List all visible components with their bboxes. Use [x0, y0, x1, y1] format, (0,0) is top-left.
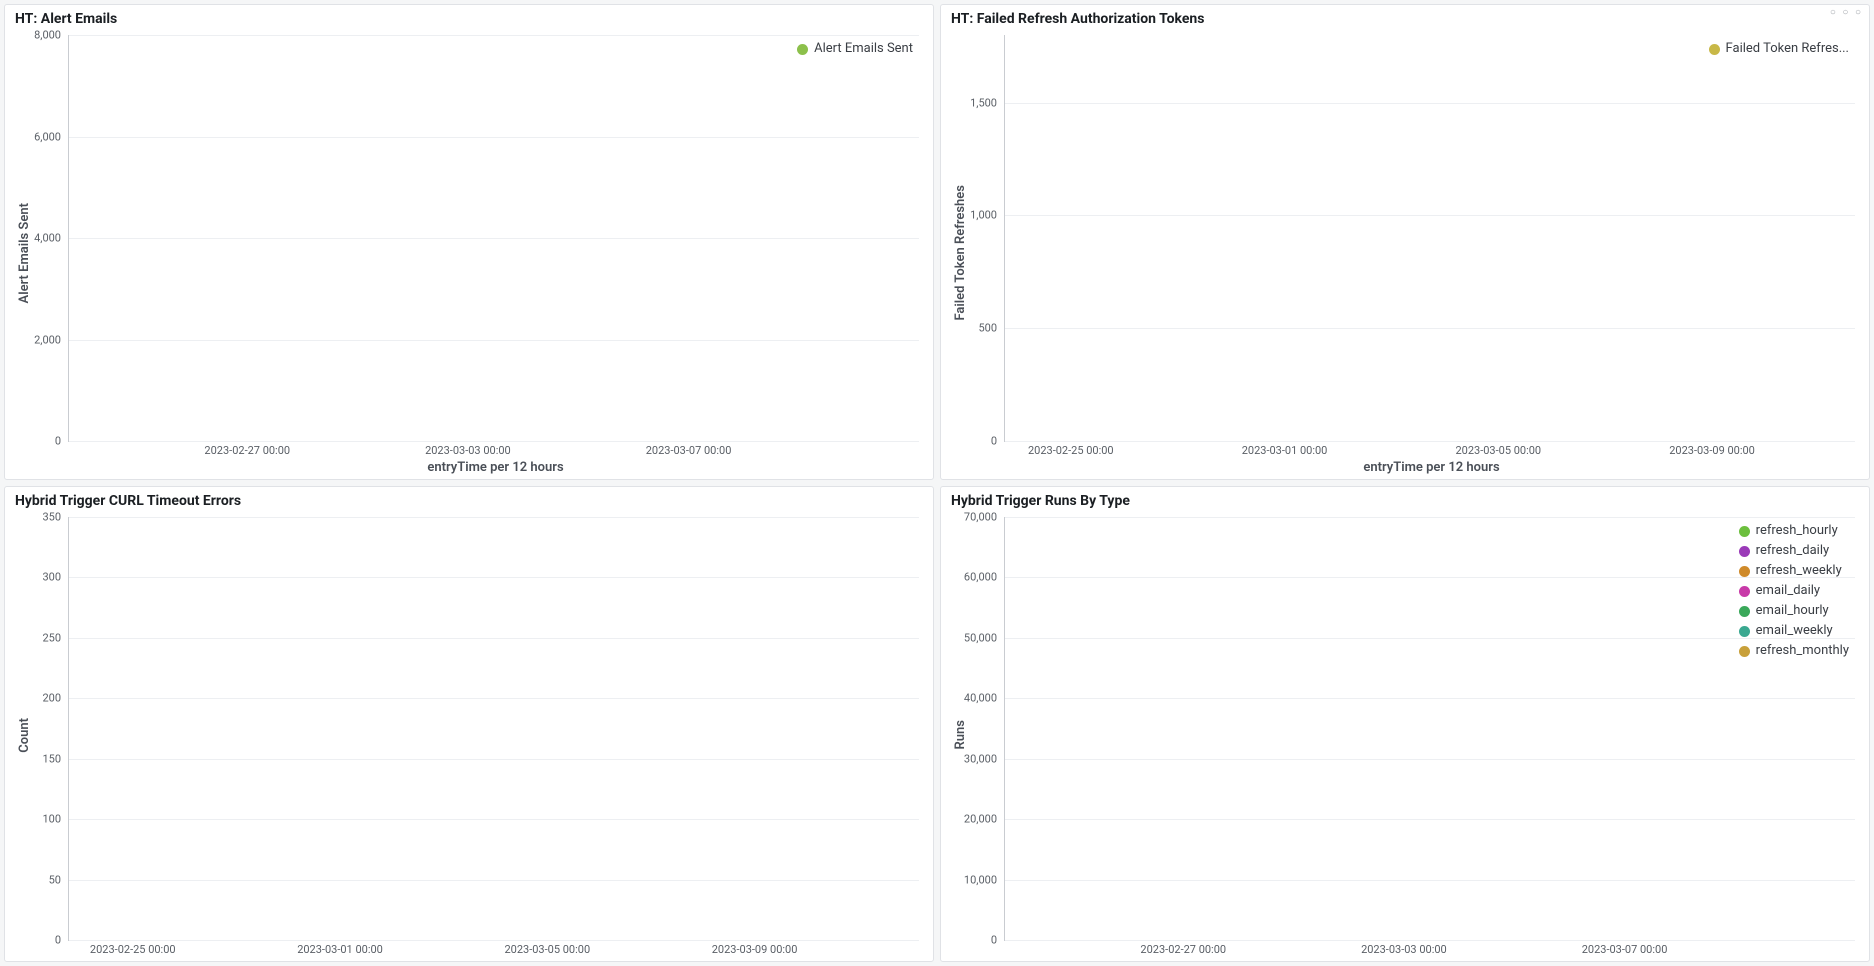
- chart-area: Runs refresh_hourlyrefresh_dailyrefresh_…: [951, 513, 1859, 957]
- chart-area: Alert Emails Sent Alert Emails Sent 02,0…: [15, 31, 923, 475]
- plot[interactable]: Failed Token Refres... 05001,0001,500: [1004, 35, 1855, 442]
- plot-wrap: Alert Emails Sent 02,0004,0006,0008,000 …: [34, 31, 923, 475]
- dashboard-grid: HT: Alert Emails Alert Emails Sent Alert…: [4, 4, 1870, 962]
- chart-area: Count 050100150200250300350 2023-02-25 0…: [15, 513, 923, 957]
- panel-title: Hybrid Trigger CURL Timeout Errors: [15, 493, 923, 509]
- panel-title: Hybrid Trigger Runs By Type: [951, 493, 1859, 509]
- plot-wrap: 050100150200250300350 2023-02-25 00:0020…: [34, 513, 923, 957]
- x-axis-label: entryTime per 12 hours: [68, 458, 923, 475]
- chart-area: Failed Token Refreshes Failed Token Refr…: [951, 31, 1859, 475]
- plot-wrap: refresh_hourlyrefresh_dailyrefresh_weekl…: [970, 513, 1859, 957]
- plot[interactable]: 050100150200250300350: [68, 517, 919, 941]
- panel-runs-by-type: Hybrid Trigger Runs By Type Runs refresh…: [940, 486, 1870, 962]
- x-ticks: 2023-02-25 00:002023-03-01 00:002023-03-…: [1004, 442, 1859, 458]
- panel-menu-icon[interactable]: ○ ○ ○: [1830, 7, 1863, 18]
- plot-wrap: Failed Token Refres... 05001,0001,500 20…: [970, 31, 1859, 475]
- x-ticks: 2023-02-25 00:002023-03-01 00:002023-03-…: [68, 941, 923, 957]
- x-ticks: 2023-02-27 00:002023-03-03 00:002023-03-…: [68, 442, 923, 458]
- plot[interactable]: Alert Emails Sent 02,0004,0006,0008,000: [68, 35, 919, 442]
- panel-curl-timeout: Hybrid Trigger CURL Timeout Errors Count…: [4, 486, 934, 962]
- x-axis-label: entryTime per 12 hours: [1004, 458, 1859, 475]
- x-ticks: 2023-02-27 00:002023-03-03 00:002023-03-…: [1004, 941, 1859, 957]
- panel-title: HT: Alert Emails: [15, 11, 923, 27]
- plot[interactable]: refresh_hourlyrefresh_dailyrefresh_weekl…: [1004, 517, 1855, 941]
- panel-title: HT: Failed Refresh Authorization Tokens: [951, 11, 1859, 27]
- panel-alert-emails: HT: Alert Emails Alert Emails Sent Alert…: [4, 4, 934, 480]
- panel-failed-tokens: ○ ○ ○ HT: Failed Refresh Authorization T…: [940, 4, 1870, 480]
